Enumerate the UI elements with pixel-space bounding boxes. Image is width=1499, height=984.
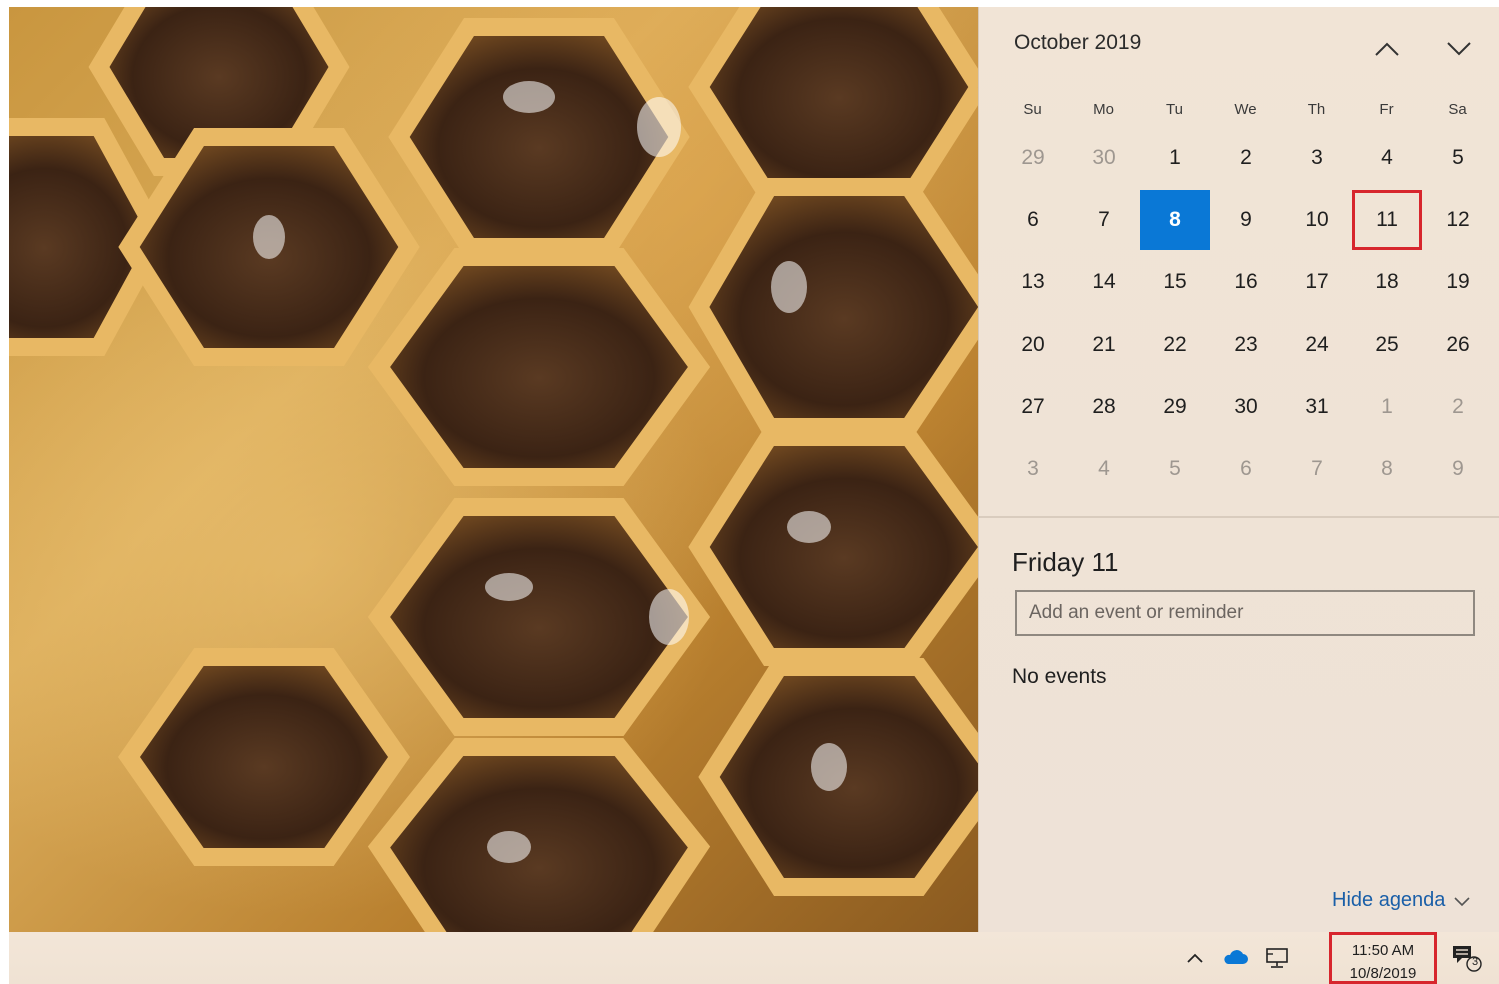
show-hidden-icons-button[interactable] bbox=[1181, 944, 1209, 972]
next-month-button[interactable] bbox=[1439, 31, 1479, 67]
previous-month-button[interactable] bbox=[1367, 31, 1407, 67]
calendar-day[interactable]: 17 bbox=[1282, 252, 1352, 312]
weekday-label: Su bbox=[1023, 101, 1042, 118]
chevron-up-icon bbox=[1375, 42, 1399, 56]
calendar-day-today[interactable]: 8 bbox=[1140, 190, 1210, 250]
weekday-label: Tu bbox=[1166, 101, 1183, 118]
calendar-day[interactable]: 16 bbox=[1211, 252, 1281, 312]
taskbar-clock[interactable]: 11:50 AM 10/8/2019 bbox=[1329, 932, 1437, 984]
agenda-divider bbox=[979, 516, 1499, 518]
calendar-day[interactable]: 14 bbox=[1069, 252, 1139, 312]
calendar-day[interactable]: 20 bbox=[998, 315, 1068, 375]
honeycomb-image bbox=[9, 7, 978, 932]
calendar-day[interactable]: 8 bbox=[1352, 439, 1422, 499]
network-icon bbox=[1266, 948, 1288, 968]
calendar-day[interactable]: 13 bbox=[998, 252, 1068, 312]
calendar-day[interactable]: 9 bbox=[1423, 439, 1493, 499]
desktop-wallpaper bbox=[9, 7, 978, 932]
agenda-date-heading: Friday 11 bbox=[1012, 547, 1119, 577]
clock-time: 11:50 AM bbox=[1351, 942, 1415, 959]
no-events-text: No events bbox=[1012, 665, 1107, 688]
calendar-day[interactable]: 22 bbox=[1140, 315, 1210, 375]
calendar-day[interactable]: 19 bbox=[1423, 252, 1493, 312]
calendar-day[interactable]: 26 bbox=[1423, 315, 1493, 375]
calendar-day[interactable]: 30 bbox=[1069, 128, 1139, 188]
calendar-day[interactable]: 27 bbox=[998, 377, 1068, 437]
notification-count-badge: 3 bbox=[1471, 956, 1479, 968]
calendar-day[interactable]: 2 bbox=[1211, 128, 1281, 188]
month-year-title[interactable]: October 2019 bbox=[1014, 31, 1141, 55]
weekday-label: Mo bbox=[1093, 101, 1114, 118]
calendar-day[interactable]: 25 bbox=[1352, 315, 1422, 375]
calendar-day[interactable]: 5 bbox=[1140, 439, 1210, 499]
add-event-input[interactable] bbox=[1015, 590, 1475, 636]
onedrive-cloud-icon bbox=[1224, 950, 1248, 964]
calendar-day[interactable]: 24 bbox=[1282, 315, 1352, 375]
chevron-up-icon bbox=[1187, 953, 1203, 963]
calendar-day[interactable]: 29 bbox=[1140, 377, 1210, 437]
calendar-day[interactable]: 29 bbox=[998, 128, 1068, 188]
clock-date: 10/8/2019 bbox=[1349, 965, 1417, 982]
calendar-day[interactable]: 23 bbox=[1211, 315, 1281, 375]
weekday-label: Th bbox=[1307, 101, 1326, 118]
calendar-day[interactable]: 1 bbox=[1140, 128, 1210, 188]
calendar-day[interactable]: 6 bbox=[1211, 439, 1281, 499]
calendar-day[interactable]: 12 bbox=[1423, 190, 1493, 250]
calendar-day[interactable]: 18 bbox=[1352, 252, 1422, 312]
calendar-day[interactable]: 28 bbox=[1069, 377, 1139, 437]
calendar-day[interactable]: 1 bbox=[1352, 377, 1422, 437]
network-tray-button[interactable] bbox=[1263, 944, 1291, 972]
calendar-day[interactable]: 3 bbox=[1282, 128, 1352, 188]
calendar-day[interactable]: 5 bbox=[1423, 128, 1493, 188]
calendar-day[interactable]: 6 bbox=[998, 190, 1068, 250]
hide-agenda-label: Hide agenda bbox=[1332, 889, 1446, 911]
chevron-down-icon bbox=[1447, 42, 1471, 56]
calendar-day[interactable]: 10 bbox=[1282, 190, 1352, 250]
hide-agenda-button[interactable]: Hide agenda bbox=[1332, 889, 1471, 912]
calendar-day[interactable]: 7 bbox=[1069, 190, 1139, 250]
onedrive-tray-button[interactable] bbox=[1221, 944, 1249, 972]
calendar-day[interactable]: 2 bbox=[1423, 377, 1493, 437]
weekday-label: We bbox=[1234, 101, 1257, 118]
calendar-day[interactable]: 9 bbox=[1211, 190, 1281, 250]
calendar-day[interactable]: 21 bbox=[1069, 315, 1139, 375]
calendar-day[interactable]: 15 bbox=[1140, 252, 1210, 312]
calendar-day-selected[interactable]: 11 bbox=[1352, 190, 1422, 250]
calendar-day[interactable]: 4 bbox=[1352, 128, 1422, 188]
chevron-down-icon bbox=[1454, 896, 1471, 906]
calendar-day[interactable]: 4 bbox=[1069, 439, 1139, 499]
taskbar: 11:50 AM 10/8/2019 3 bbox=[9, 932, 1499, 984]
calendar-day[interactable]: 3 bbox=[998, 439, 1068, 499]
calendar-day[interactable]: 30 bbox=[1211, 377, 1281, 437]
weekday-label: Sa bbox=[1448, 101, 1467, 118]
calendar-day[interactable]: 7 bbox=[1282, 439, 1352, 499]
calendar-day[interactable]: 31 bbox=[1282, 377, 1352, 437]
weekday-label: Fr bbox=[1379, 101, 1394, 118]
action-center-button[interactable]: 3 bbox=[1449, 944, 1485, 972]
calendar-flyout: October 2019 Su Mo Tu We Th Fr Sa 29 30 1 2 3 4 5 6 7 8… bbox=[978, 7, 1499, 932]
